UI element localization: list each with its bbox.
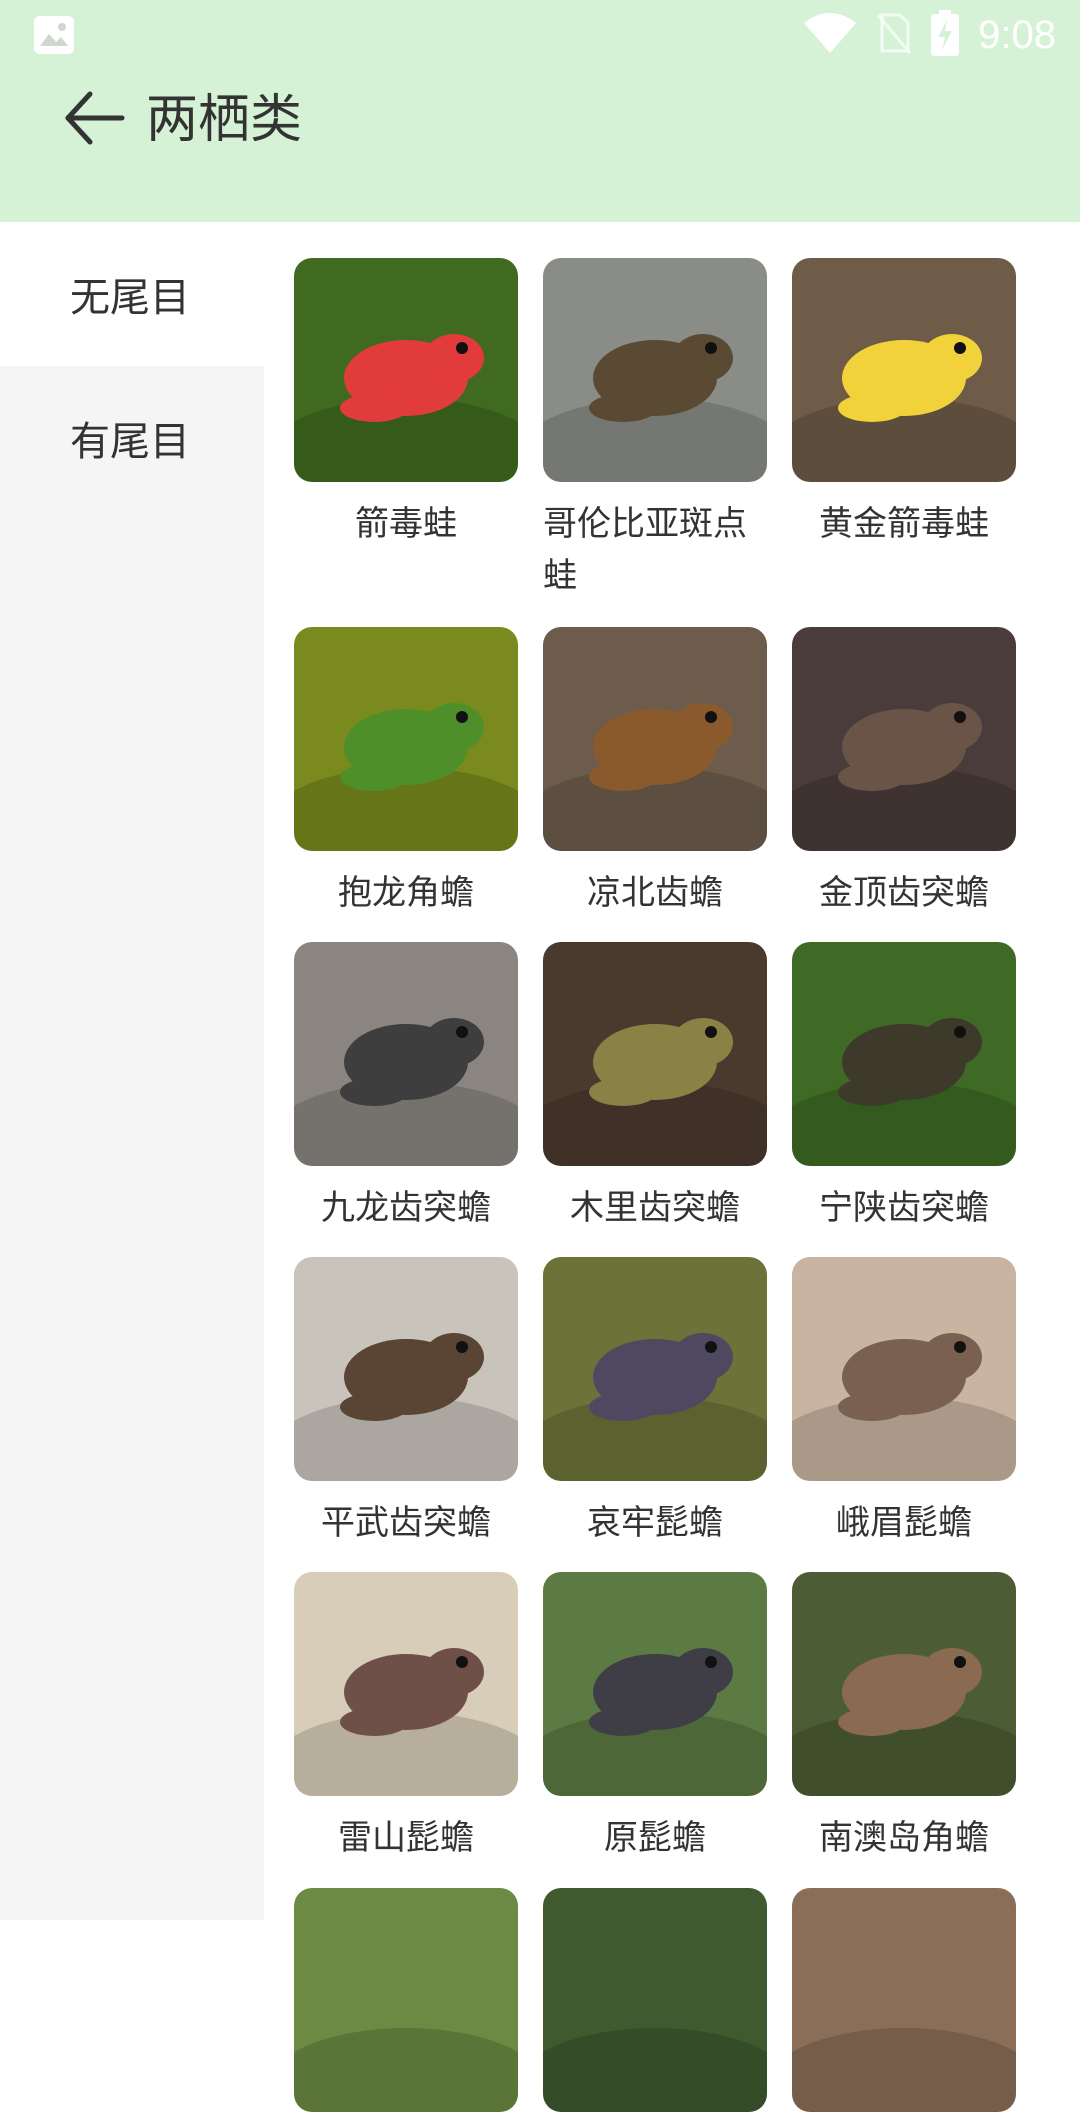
species-photo: [543, 942, 767, 1166]
species-photo: [543, 1888, 767, 2112]
sidebar-item-label: 无尾目: [70, 275, 190, 321]
sidebar-item-anura[interactable]: 无尾目: [0, 222, 264, 366]
page-title: 两栖类: [146, 90, 303, 150]
species-card[interactable]: 原髭蟾: [543, 1572, 767, 1864]
species-card[interactable]: 峨眉髭蟾: [792, 1257, 1016, 1549]
species-card[interactable]: 箭毒蛙: [294, 258, 518, 550]
species-photo: [294, 627, 518, 851]
image-icon: [34, 16, 74, 54]
species-card[interactable]: 哀牢髭蟾: [543, 1257, 767, 1549]
species-photo: [543, 1572, 767, 1796]
species-name: 雷山髭蟾: [338, 1818, 474, 1858]
species-name: 宁陕齿突蟾: [819, 1188, 989, 1228]
species-card[interactable]: 凉北齿蟾: [543, 627, 767, 919]
species-name: 木里齿突蟾: [570, 1188, 740, 1228]
species-photo: [294, 1888, 518, 2112]
species-card[interactable]: 九龙齿突蟾: [294, 942, 518, 1234]
species-card[interactable]: 木里齿突蟾: [543, 942, 767, 1234]
species-card[interactable]: [294, 1888, 518, 2112]
species-photo: [792, 627, 1016, 851]
species-name: 凉北齿蟾: [587, 873, 723, 913]
category-sidebar: 无尾目 有尾目: [0, 222, 264, 1920]
app-header: 9:08 两栖类: [0, 0, 1080, 222]
species-photo: [294, 1257, 518, 1481]
battery-charging-icon: [930, 10, 960, 60]
species-name: 箭毒蛙: [355, 504, 457, 544]
status-bar-right: 9:08: [802, 10, 1056, 60]
species-card[interactable]: 金顶齿突蟾: [792, 627, 1016, 919]
species-photo: [543, 258, 767, 482]
species-card[interactable]: 南澳岛角蟾: [792, 1572, 1016, 1864]
species-name: 原髭蟾: [604, 1818, 706, 1858]
species-name: 黄金箭毒蛙: [819, 504, 989, 544]
species-name: 峨眉髭蟾: [836, 1503, 972, 1543]
species-name: 哥伦比亚斑点蛙: [543, 504, 747, 596]
species-name: 哀牢髭蟾: [587, 1503, 723, 1543]
species-name: 金顶齿突蟾: [819, 873, 989, 913]
species-photo: [792, 1257, 1016, 1481]
species-card[interactable]: 平武齿突蟾: [294, 1257, 518, 1549]
wifi-icon: [802, 11, 858, 59]
back-arrow-icon: [62, 90, 126, 150]
species-name: 抱龙角蟾: [338, 873, 474, 913]
species-name: 南澳岛角蟾: [819, 1818, 989, 1858]
no-sim-icon: [876, 11, 912, 59]
sidebar-item-caudata[interactable]: 有尾目: [0, 366, 264, 510]
species-photo: [792, 942, 1016, 1166]
species-card[interactable]: [792, 1888, 1016, 2112]
species-photo: [294, 1572, 518, 1796]
species-card[interactable]: 黄金箭毒蛙: [792, 258, 1016, 550]
species-photo: [294, 258, 518, 482]
species-card[interactable]: [543, 1888, 767, 2112]
species-photo: [792, 1888, 1016, 2112]
species-photo: [294, 942, 518, 1166]
species-card[interactable]: 宁陕齿突蟾: [792, 942, 1016, 1234]
species-card[interactable]: 抱龙角蟾: [294, 627, 518, 919]
species-photo: [792, 258, 1016, 482]
species-card[interactable]: 哥伦比亚斑点蛙: [543, 258, 767, 602]
species-photo: [543, 1257, 767, 1481]
species-name: 平武齿突蟾: [321, 1503, 491, 1543]
back-button[interactable]: [58, 88, 130, 152]
species-card[interactable]: 雷山髭蟾: [294, 1572, 518, 1864]
species-photo: [543, 627, 767, 851]
species-photo: [792, 1572, 1016, 1796]
sidebar-item-label: 有尾目: [70, 419, 190, 465]
species-name: 九龙齿突蟾: [321, 1188, 491, 1228]
status-time: 9:08: [978, 13, 1056, 57]
